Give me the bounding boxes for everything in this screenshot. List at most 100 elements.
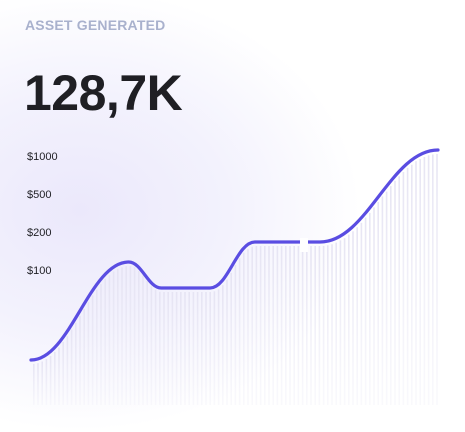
chart-bar — [251, 246, 253, 405]
asset-card: ASSET GENERATED 128,7K $1000 $500 $200 $… — [0, 0, 465, 432]
chart-bar — [121, 267, 123, 405]
chart-bar — [163, 292, 165, 405]
chart-bar — [138, 270, 140, 405]
chart-bar — [209, 292, 211, 405]
chart-bar — [331, 244, 333, 405]
chart-bar — [280, 246, 283, 405]
chart-bar — [58, 347, 60, 405]
chart-bars — [33, 154, 438, 405]
chart-bar — [180, 292, 182, 405]
chart-bar — [87, 302, 90, 405]
chart-bar — [83, 309, 85, 405]
chart-bar — [297, 246, 300, 405]
chart-bar — [159, 291, 161, 405]
chart-bar — [112, 271, 115, 405]
chart-bar — [423, 157, 426, 405]
chart-bar — [79, 315, 81, 405]
chart-bar — [37, 363, 39, 405]
chart-bar — [343, 238, 346, 405]
chart-bar — [419, 159, 421, 405]
chart-bar — [310, 246, 312, 405]
chart-bar — [188, 292, 190, 405]
chart-bar — [100, 284, 102, 405]
chart-bar — [301, 246, 304, 405]
chart-bar — [226, 279, 228, 405]
chart-bar — [285, 246, 287, 405]
chart-bar — [268, 246, 270, 405]
chart-bar — [117, 268, 119, 405]
chart-bar — [142, 275, 144, 405]
chart-bar — [356, 227, 358, 405]
chart-bar — [201, 292, 203, 405]
chart-bar — [217, 289, 220, 405]
chart-bar — [108, 275, 111, 405]
chart-bar — [41, 361, 43, 405]
chart-bar — [45, 359, 48, 405]
chart-bar — [289, 246, 291, 405]
chart-bar — [335, 242, 337, 405]
chart-bar — [66, 336, 69, 405]
chart-bar — [352, 231, 354, 405]
chart-bar — [436, 154, 438, 405]
chart-bar — [381, 196, 384, 405]
chart-bar — [75, 322, 77, 405]
chart-bar — [70, 329, 73, 405]
chart-bar — [184, 292, 186, 405]
chart-bar — [314, 246, 316, 405]
chart-bar — [327, 245, 329, 405]
chart-bar — [402, 172, 405, 405]
chart-bar — [293, 246, 295, 405]
chart-bar — [150, 286, 153, 405]
chart-bar — [175, 292, 178, 405]
chart-bar — [238, 258, 241, 405]
chart-bar — [398, 176, 400, 405]
line-chart — [29, 148, 440, 405]
chart-bar — [255, 246, 258, 405]
chart-bar — [318, 246, 321, 405]
chart-bar — [322, 245, 325, 405]
chart-bar — [205, 292, 207, 405]
chart-bar — [196, 292, 199, 405]
chart-bar — [129, 266, 132, 405]
chart-bar — [154, 289, 157, 405]
chart-bar — [394, 180, 396, 405]
chart-bar — [406, 167, 409, 405]
chart-bar — [276, 246, 279, 405]
chart-bar — [348, 234, 350, 405]
chart-bar — [49, 356, 52, 405]
chart-bar — [306, 246, 308, 405]
chart-bar — [339, 240, 342, 405]
chart-bar — [360, 222, 363, 405]
chart-bar — [264, 246, 266, 405]
chart-bar — [230, 272, 232, 405]
chart-bar — [259, 246, 262, 405]
chart-bar — [247, 249, 249, 405]
chart-bar — [62, 341, 64, 405]
chart-bar — [96, 289, 98, 405]
chart-bar — [171, 292, 174, 405]
chart-bar — [125, 266, 127, 405]
chart-bar — [369, 212, 371, 405]
chart-bar — [272, 246, 274, 405]
chart-bar — [364, 217, 367, 405]
chart-bar — [234, 265, 237, 405]
chart-bar — [146, 281, 148, 405]
chart-bar — [91, 295, 94, 405]
chart-bar — [192, 292, 195, 405]
chart-bar — [104, 278, 106, 405]
chart-bar — [411, 164, 413, 405]
chart-bar — [167, 292, 169, 405]
chart-bar — [432, 154, 434, 405]
line-gap — [300, 238, 308, 252]
chart-bar — [33, 363, 35, 405]
chart-bar — [415, 161, 417, 405]
chart-bar — [427, 155, 430, 405]
chart-bar — [243, 252, 245, 405]
chart-bar — [390, 186, 392, 405]
chart-bar — [213, 291, 216, 405]
chart-bar — [373, 207, 375, 405]
chart-bar — [377, 201, 379, 405]
chart-bar — [222, 285, 224, 405]
chart-bar — [54, 351, 56, 405]
chart-bar — [133, 267, 136, 405]
